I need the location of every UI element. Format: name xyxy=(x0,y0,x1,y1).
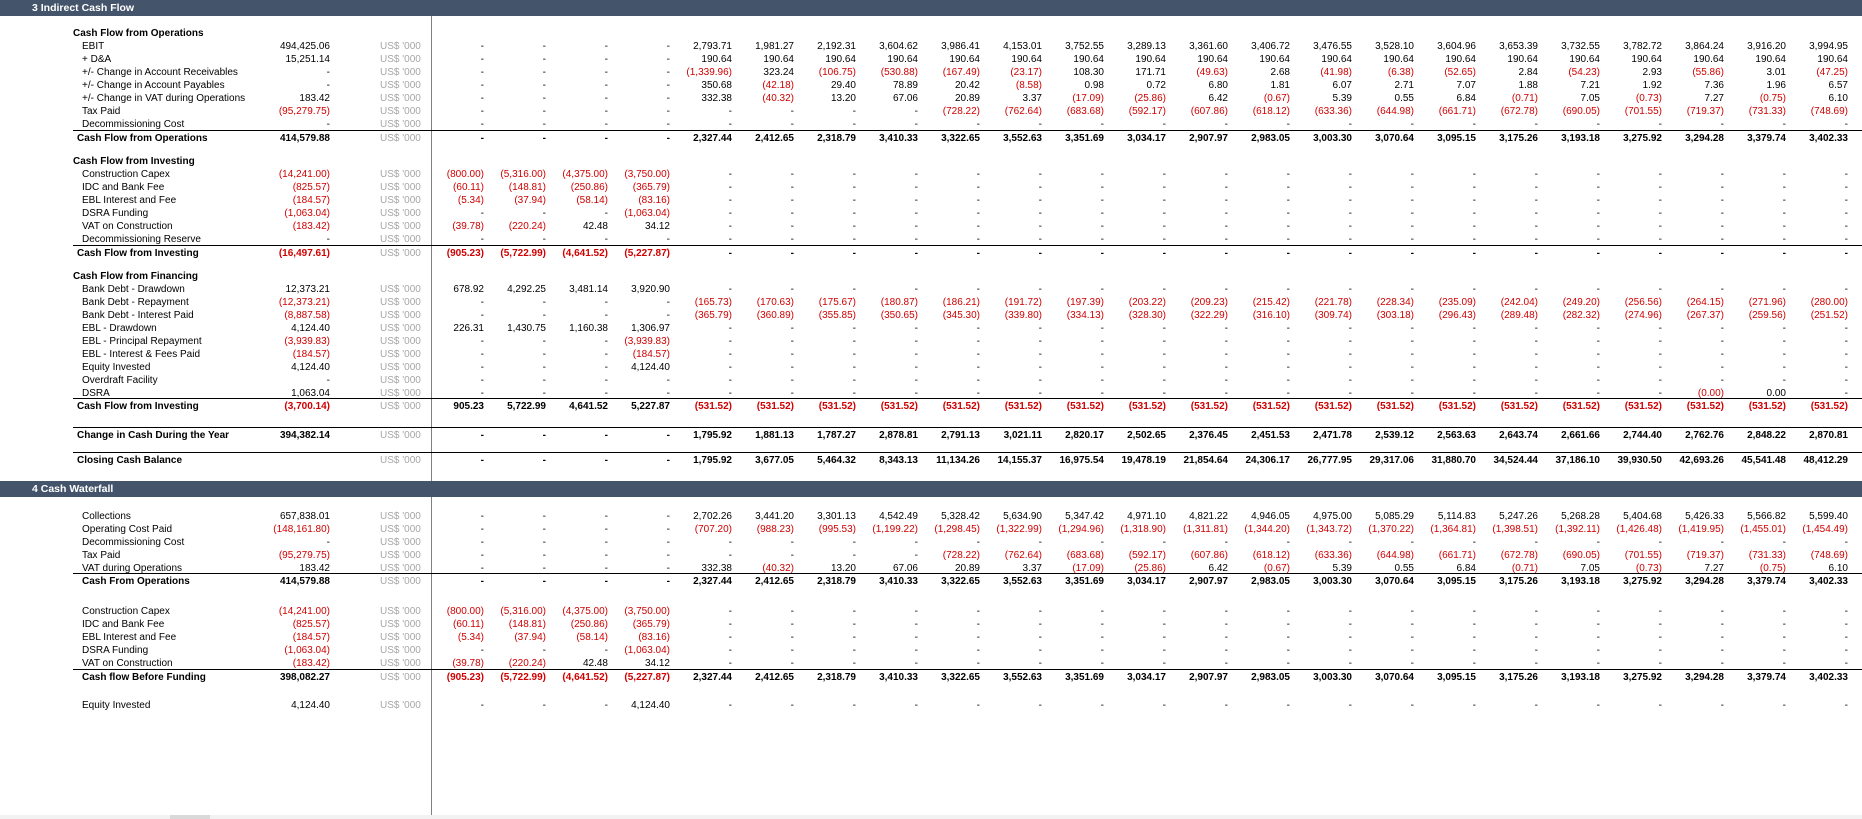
row-total-cell[interactable]: 414,579.88 xyxy=(195,574,330,589)
row-label: Cash Flow from Investing xyxy=(77,248,199,259)
row-total-cell[interactable]: 398,082.27 xyxy=(195,670,330,685)
value-cell[interactable]: - xyxy=(1776,246,1848,261)
row-total-cell[interactable]: 4,124.40 xyxy=(195,698,330,713)
spreadsheet-grid[interactable]: 3 Indirect Cash Flow Cash Flow from Opera… xyxy=(0,0,1862,819)
table-row[interactable]: Equity Invested 4,124.40 US$ '000- - -4,124.… xyxy=(0,698,1862,713)
row-label: Cash Flow from Operations xyxy=(77,133,208,144)
total-row[interactable]: Change in Cash During the Year 394,382.14… xyxy=(0,428,1862,443)
value-cell[interactable]: 48,412.29 xyxy=(1776,453,1849,468)
section-title: 4 Cash Waterfall xyxy=(32,483,114,495)
row-total-cell[interactable]: (16,497.61) xyxy=(195,246,330,261)
sheet-bottom-strip xyxy=(0,815,1862,819)
row-label: Cash Flow from Investing xyxy=(77,401,199,412)
value-cell[interactable]: 2,870.81 xyxy=(1776,428,1848,443)
value-cell[interactable]: - xyxy=(1776,698,1848,713)
value-cell[interactable]: 3,402.33 xyxy=(1776,131,1848,146)
row-total-cell[interactable] xyxy=(195,453,330,468)
total-row[interactable]: Cash From Operations 414,579.88 US$ '000- -… xyxy=(0,574,1862,589)
total-row[interactable]: Cash flow Before Funding 398,082.27 US$ '0… xyxy=(0,670,1862,685)
row-label: Equity Invested xyxy=(82,700,151,711)
row-label: Cash From Operations xyxy=(82,576,190,587)
row-total-cell[interactable]: 394,382.14 xyxy=(195,428,330,443)
section-title: 3 Indirect Cash Flow xyxy=(32,2,135,14)
total-row[interactable]: Cash Flow from Operations 414,579.88 US$ '… xyxy=(0,131,1862,146)
total-border-line xyxy=(73,452,1862,453)
total-border-line xyxy=(73,573,1862,574)
total-border-line xyxy=(73,245,1862,246)
total-row[interactable]: Cash Flow from Investing (3,700.14) US$ '0… xyxy=(0,399,1862,414)
row-total-cell[interactable]: (3,700.14) xyxy=(195,399,330,414)
section-header-bar: 3 Indirect Cash Flow xyxy=(0,0,1862,16)
row-total-cell[interactable]: 414,579.88 xyxy=(195,131,330,146)
value-cell[interactable]: 3,402.33 xyxy=(1776,574,1848,589)
total-border-line xyxy=(73,427,1862,428)
row-label: Cash flow Before Funding xyxy=(82,672,206,683)
value-cell[interactable]: 3,402.33 xyxy=(1776,670,1848,685)
total-border-line xyxy=(73,130,1862,131)
horizontal-scrollbar[interactable] xyxy=(170,815,210,819)
row-label: Closing Cash Balance xyxy=(77,455,183,466)
total-border-line xyxy=(73,669,1862,670)
value-cell[interactable]: (531.52) xyxy=(1776,399,1848,414)
total-border-line xyxy=(73,398,1862,399)
total-row[interactable]: Cash Flow from Investing (16,497.61) US$ '… xyxy=(0,246,1862,261)
section-header-bar: 4 Cash Waterfall xyxy=(0,481,1862,497)
total-row[interactable]: Closing Cash Balance US$ '000- - - -1,795.92… xyxy=(0,453,1862,468)
